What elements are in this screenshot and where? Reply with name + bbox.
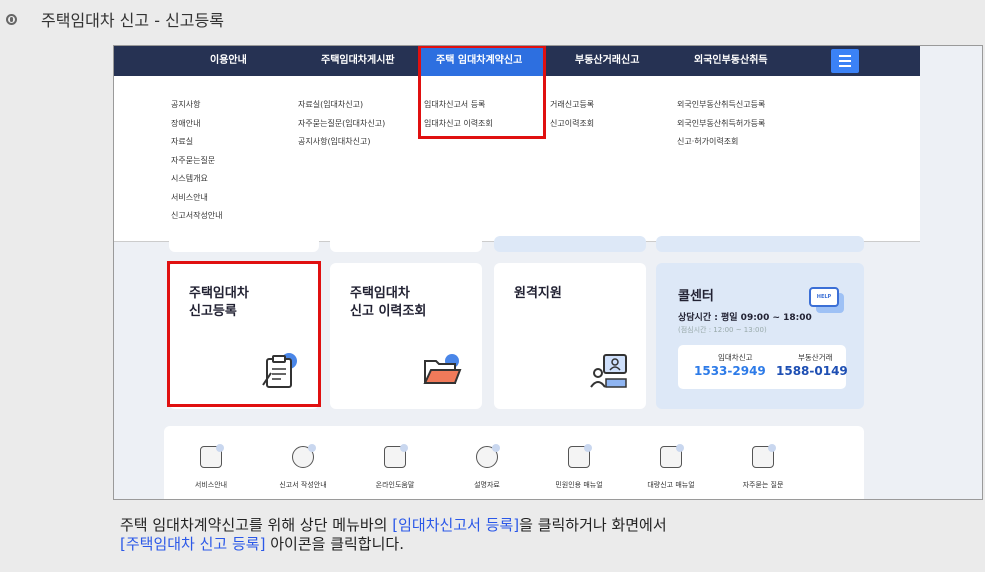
screenshot-frame: 이용안내 주택임대차게시판 주택 임대차계약신고 부동산거래신고 외국인부동산취… [113,45,983,500]
quick-link-faq[interactable]: 자주묻는 질문 [728,444,798,490]
menu-item[interactable]: 자료실(임대차신고) [298,96,385,115]
quick-link-service-guide[interactable]: 서비스안내 [176,444,246,490]
menu-item[interactable]: 외국인부동산취득허가등록 [677,115,765,134]
menu-item[interactable]: 신고서작성안내 [171,207,223,226]
menu-item[interactable]: 거래신고등록 [550,96,594,115]
doc-title: 주택임대차 신고 - 신고등록 [41,11,224,30]
card-history-title: 주택임대차 신고 이력조회 [350,286,427,319]
menu-item[interactable]: 신고·허가이력조회 [677,133,765,152]
doc-title-row: 주택임대차 신고 - 신고등록 [6,6,224,32]
hamburger-menu-icon[interactable] [831,49,859,73]
help-icon: HELP [809,287,839,307]
phone-numbers-box: 임대차신고 1533-2949 부동산거래 1588-0149 [678,345,848,389]
menu-item[interactable]: 공지사항(임대차신고) [298,133,385,152]
call-center-title: 콜센터 [678,289,714,304]
instruction-text: 주택 임대차계약신고를 위해 상단 메뉴바의 [임대차신고서 등록]을 클릭하거… [120,516,667,554]
nav-item-guide[interactable]: 이용안내 [210,46,247,76]
quick-link-form-guide[interactable]: 신고서 작성안내 [268,444,338,490]
pen-icon [292,444,316,468]
card-peek [330,236,482,252]
quick-links-bar: 서비스안내 신고서 작성안내 온라인도움말 설명자료 민원인용 매뉴얼 대량신고… [164,426,864,499]
mobile-help-icon [384,444,408,468]
menu-item[interactable]: 자주묻는질문(임대차신고) [298,115,385,134]
lease-phone-label: 임대차신고 [718,353,753,362]
highlight-menu-link: [임대차신고서 등록] [392,516,520,534]
quick-link-bulk-manual[interactable]: 대량신고 매뉴얼 [636,444,706,490]
dropdown-col-foreign: 외국인부동산취득신고등록 외국인부동산취득허가등록 신고·허가이력조회 [677,96,765,152]
monitor-icon [200,444,224,468]
menu-item[interactable]: 공지사항 [171,96,223,115]
faq-icon [752,444,776,468]
card-remote-support[interactable]: 원격지원 [494,263,646,409]
instruction-line-1: 주택 임대차계약신고를 위해 상단 메뉴바의 [임대차신고서 등록]을 클릭하거… [120,516,667,534]
menu-item[interactable]: 외국인부동산취득신고등록 [677,96,765,115]
dropdown-col-guide: 공지사항 장애안내 자료실 자주묻는질문 시스템개요 서비스안내 신고서작성안내 [171,96,223,226]
menu-item[interactable]: 신고이력조회 [550,115,594,134]
card-lease-history[interactable]: 주택임대차 신고 이력조회 [330,263,482,409]
card-peek [494,236,646,252]
highlight-box-register [167,261,321,407]
menu-item[interactable]: 자주묻는질문 [171,152,223,171]
bullet-icon [6,13,17,25]
document-icon [660,444,684,468]
remote-support-icon [590,354,627,388]
quick-link-online-help[interactable]: 온라인도움말 [360,444,430,490]
card-peek [169,236,319,252]
nav-item-lease-board[interactable]: 주택임대차게시판 [321,46,395,76]
call-hours: 상담시간 : 평일 09:00 ~ 18:00 [678,313,812,323]
highlight-icon-link: [주택임대차 신고 등록] [120,535,266,553]
quick-link-user-manual[interactable]: 민원인용 매뉴얼 [544,444,614,490]
quick-link-explanation[interactable]: 설명자료 [452,444,522,490]
lease-phone-number: 1533-2949 [694,364,766,378]
trade-phone-number: 1588-0149 [776,364,848,378]
menu-item[interactable]: 자료실 [171,133,223,152]
instruction-line-2: [주택임대차 신고 등록] 아이콘을 클릭합니다. [120,535,404,553]
card-peek [656,236,864,252]
chat-bubble-icon [476,444,500,468]
edit-doc-icon [568,444,592,468]
menu-item[interactable]: 장애안내 [171,115,223,134]
highlight-box-menu [418,46,546,139]
dropdown-col-lease-board: 자료실(임대차신고) 자주묻는질문(임대차신고) 공지사항(임대차신고) [298,96,385,152]
menu-item[interactable]: 서비스안내 [171,189,223,208]
call-lunch: (점심시간 : 12:00 ~ 13:00) [678,326,767,334]
trade-phone-label: 부동산거래 [798,353,833,362]
dropdown-col-trade: 거래신고등록 신고이력조회 [550,96,594,133]
card-call-center: 콜센터 HELP 상담시간 : 평일 09:00 ~ 18:00 (점심시간 :… [656,263,864,409]
nav-item-foreign-acquisition[interactable]: 외국인부동산취득 [694,46,768,76]
nav-item-realestate-trade[interactable]: 부동산거래신고 [575,46,639,76]
folder-icon [423,354,462,384]
card-remote-title: 원격지원 [514,286,562,301]
menu-item[interactable]: 시스템개요 [171,170,223,189]
